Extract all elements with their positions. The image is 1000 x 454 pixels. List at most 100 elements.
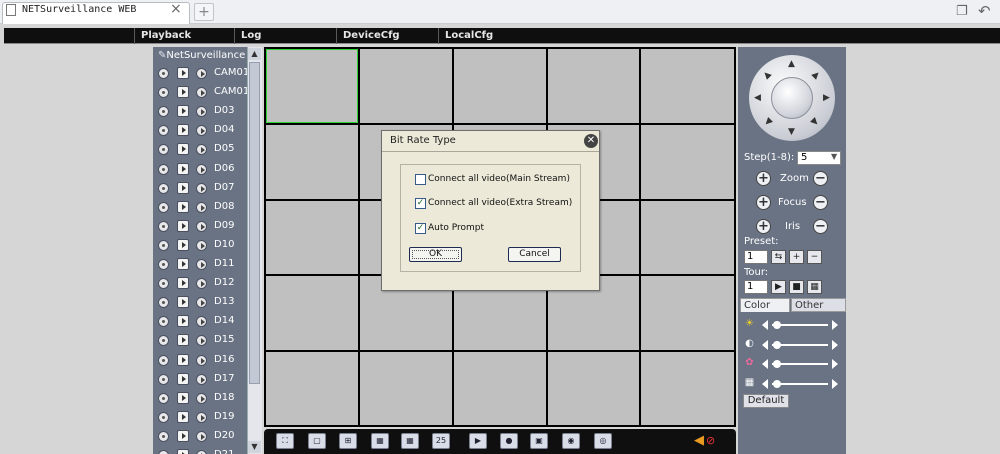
- layout-9-icon[interactable]: ▦: [371, 433, 389, 449]
- video-cell[interactable]: [641, 352, 734, 425]
- channel-row[interactable]: D03: [153, 102, 247, 121]
- play-main-icon[interactable]: [177, 86, 189, 99]
- record-status-icon[interactable]: [158, 335, 169, 347]
- play-sub-icon[interactable]: [196, 182, 207, 194]
- video-cell[interactable]: [266, 201, 358, 274]
- video-cell[interactable]: [266, 276, 358, 350]
- tour-stop-icon[interactable]: ■: [789, 280, 804, 294]
- play-sub-icon[interactable]: [196, 316, 207, 328]
- play-sub-icon[interactable]: [196, 335, 207, 347]
- record-status-icon[interactable]: [158, 201, 169, 213]
- record-status-icon[interactable]: [158, 239, 169, 251]
- record-status-icon[interactable]: [158, 125, 169, 137]
- ptz-center-button[interactable]: [771, 77, 813, 119]
- play-main-icon[interactable]: [177, 277, 189, 290]
- saturation-slider-handle[interactable]: [773, 360, 781, 368]
- play-sub-icon[interactable]: [196, 87, 207, 99]
- play-main-icon[interactable]: [177, 181, 189, 194]
- record-status-icon[interactable]: [158, 163, 169, 175]
- fullscreen-icon[interactable]: ⛶: [276, 433, 294, 449]
- menu-playback[interactable]: Playback: [134, 28, 234, 44]
- stop-record-icon[interactable]: ●: [500, 433, 518, 449]
- play-main-icon[interactable]: [177, 105, 189, 118]
- video-cell[interactable]: [548, 49, 639, 123]
- play-main-icon[interactable]: [177, 143, 189, 156]
- brightness-decrease-icon[interactable]: [762, 320, 768, 330]
- record-status-icon[interactable]: [158, 392, 169, 404]
- dialog-close-icon[interactable]: ✕: [584, 134, 598, 148]
- channel-row[interactable]: D11: [153, 255, 247, 274]
- channel-row[interactable]: D19: [153, 408, 247, 427]
- play-sub-icon[interactable]: [196, 297, 207, 309]
- play-main-icon[interactable]: [177, 391, 189, 404]
- play-main-icon[interactable]: [177, 258, 189, 270]
- play-main-icon[interactable]: [177, 219, 189, 232]
- play-main-icon[interactable]: [177, 334, 189, 347]
- play-main-icon[interactable]: [177, 353, 189, 366]
- video-cell[interactable]: [454, 352, 546, 425]
- hue-increase-icon[interactable]: [832, 379, 838, 389]
- play-main-icon[interactable]: [177, 238, 189, 251]
- record-status-icon[interactable]: [158, 182, 169, 194]
- channel-row[interactable]: D12: [153, 274, 247, 293]
- contrast-increase-icon[interactable]: [832, 340, 838, 350]
- volume-icon[interactable]: ◀: [694, 433, 704, 448]
- default-button[interactable]: Default: [743, 394, 789, 408]
- channel-row[interactable]: CAM01: [153, 83, 249, 102]
- saturation-increase-icon[interactable]: [832, 359, 838, 369]
- channel-row[interactable]: D18: [153, 389, 247, 408]
- iris-open-button[interactable]: +: [756, 219, 771, 234]
- record-status-icon[interactable]: [158, 297, 169, 309]
- auto-prompt-checkbox[interactable]: ✓: [415, 223, 426, 234]
- new-tab-button[interactable]: +: [194, 3, 214, 21]
- video-cell[interactable]: [266, 49, 358, 123]
- play-main-icon[interactable]: [177, 449, 189, 454]
- scroll-down-icon[interactable]: ▼: [248, 441, 261, 453]
- mute-icon[interactable]: ⊘: [706, 434, 715, 447]
- talk-icon[interactable]: ◉: [562, 433, 580, 449]
- zoom-in-button[interactable]: +: [756, 171, 771, 186]
- channel-row[interactable]: D08: [153, 198, 247, 217]
- iris-close-button[interactable]: −: [813, 219, 828, 234]
- record-status-icon[interactable]: [158, 373, 169, 385]
- channel-row[interactable]: D09: [153, 217, 247, 236]
- video-cell[interactable]: [360, 352, 452, 425]
- play-sub-icon[interactable]: [196, 411, 207, 423]
- channel-row[interactable]: D15: [153, 331, 247, 350]
- play-sub-icon[interactable]: [196, 125, 207, 137]
- play-sub-icon[interactable]: [196, 450, 207, 454]
- tab-close-icon[interactable]: ×: [170, 1, 182, 17]
- channel-row[interactable]: D06: [153, 160, 247, 179]
- channel-row[interactable]: CAM01: [153, 64, 249, 83]
- chevron-down-icon[interactable]: ▼: [831, 152, 837, 161]
- focus-out-button[interactable]: −: [813, 195, 828, 210]
- brightness-slider-handle[interactable]: [773, 321, 781, 329]
- play-main-icon[interactable]: [177, 162, 189, 175]
- record-status-icon[interactable]: [158, 106, 169, 118]
- play-main-icon[interactable]: [177, 67, 189, 79]
- layout-25-button[interactable]: 25: [432, 433, 450, 449]
- scrollbar-thumb[interactable]: [249, 62, 260, 384]
- play-sub-icon[interactable]: [196, 259, 207, 270]
- channel-row[interactable]: D14: [153, 312, 247, 331]
- tour-settings-icon[interactable]: ▦: [807, 280, 822, 294]
- record-status-icon[interactable]: [158, 450, 169, 454]
- channel-row[interactable]: D13: [153, 293, 247, 312]
- video-cell[interactable]: [548, 352, 639, 425]
- record-status-icon[interactable]: [158, 354, 169, 366]
- record-status-icon[interactable]: [158, 220, 169, 232]
- video-cell[interactable]: [641, 49, 734, 123]
- channel-row[interactable]: D07: [153, 179, 247, 198]
- menu-devicecfg[interactable]: DeviceCfg: [336, 28, 438, 44]
- channel-row[interactable]: D17: [153, 370, 247, 389]
- tour-input[interactable]: 1: [744, 280, 768, 294]
- play-sub-icon[interactable]: [196, 201, 207, 213]
- play-sub-icon[interactable]: [196, 354, 207, 366]
- menu-localcfg[interactable]: LocalCfg: [438, 28, 1000, 44]
- record-status-icon[interactable]: [158, 430, 169, 442]
- tree-root[interactable]: ✎NetSurveillance: [158, 50, 245, 61]
- remove-preset-icon[interactable]: −: [807, 250, 822, 264]
- saturation-decrease-icon[interactable]: [762, 359, 768, 369]
- contrast-decrease-icon[interactable]: [762, 340, 768, 350]
- video-cell[interactable]: [266, 125, 358, 199]
